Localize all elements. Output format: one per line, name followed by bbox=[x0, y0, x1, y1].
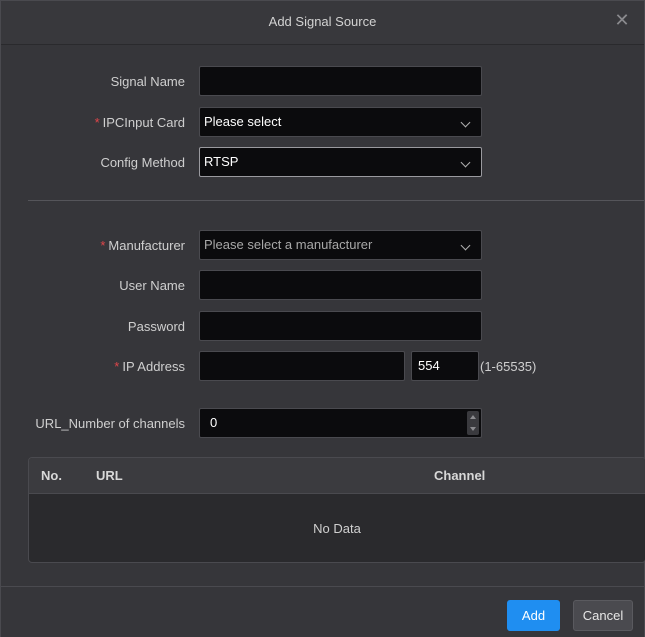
port-input[interactable]: 554 bbox=[411, 351, 479, 381]
chevron-down-icon bbox=[460, 157, 471, 168]
ip-address-label: * IP Address bbox=[114, 359, 185, 374]
password-input[interactable] bbox=[199, 311, 482, 341]
url-channels-label: URL_Number of channels bbox=[35, 416, 185, 431]
required-marker: * bbox=[100, 238, 106, 253]
ip-address-input[interactable] bbox=[199, 351, 405, 381]
config-method-label: Config Method bbox=[100, 155, 185, 170]
password-label: Password bbox=[127, 319, 185, 334]
stepper-down-icon[interactable] bbox=[470, 427, 476, 431]
manufacturer-label: * Manufacturer bbox=[100, 238, 185, 253]
manufacturer-select[interactable]: Please select a manufacturer bbox=[199, 230, 482, 260]
dialog-titlebar: Add Signal Source ✕ bbox=[1, 1, 644, 45]
ipc-input-card-value: Please select bbox=[204, 114, 282, 129]
user-name-input[interactable] bbox=[199, 270, 482, 300]
dialog-title: Add Signal Source bbox=[268, 14, 377, 29]
ipc-input-card-label: * IPCInput Card bbox=[94, 115, 185, 130]
column-header-no: No. bbox=[41, 468, 62, 483]
url-channels-value: 0 bbox=[210, 415, 218, 430]
number-stepper[interactable] bbox=[467, 411, 479, 435]
required-marker: * bbox=[94, 115, 100, 130]
chevron-down-icon bbox=[460, 117, 471, 128]
signal-name-input[interactable] bbox=[199, 66, 482, 96]
port-range-hint: (1-65535) bbox=[480, 359, 537, 374]
user-name-label: User Name bbox=[119, 278, 185, 293]
url-channels-number-input[interactable]: 0 bbox=[199, 408, 482, 438]
url-channel-table: No. URL Channel No Data bbox=[28, 457, 645, 563]
close-icon[interactable]: ✕ bbox=[612, 10, 632, 30]
column-header-url: URL bbox=[96, 468, 123, 483]
add-button[interactable]: Add bbox=[507, 600, 560, 631]
cancel-button[interactable]: Cancel bbox=[573, 600, 633, 631]
stepper-up-icon[interactable] bbox=[470, 415, 476, 419]
table-header: No. URL Channel bbox=[29, 458, 645, 494]
chevron-down-icon bbox=[460, 240, 471, 251]
manufacturer-placeholder: Please select a manufacturer bbox=[204, 237, 373, 252]
column-header-channel: Channel bbox=[434, 468, 486, 483]
config-method-value: RTSP bbox=[204, 154, 239, 169]
dialog-footer: Add Cancel bbox=[1, 586, 644, 637]
section-divider bbox=[28, 200, 644, 201]
ipc-input-card-select[interactable]: Please select bbox=[199, 107, 482, 137]
signal-name-label: Signal Name bbox=[110, 74, 185, 89]
required-marker: * bbox=[114, 359, 120, 374]
table-empty-text: No Data bbox=[313, 521, 361, 536]
config-method-select[interactable]: RTSP bbox=[199, 147, 482, 177]
add-signal-source-dialog: Add Signal Source ✕ Signal Name * IPCInpu… bbox=[0, 0, 645, 637]
